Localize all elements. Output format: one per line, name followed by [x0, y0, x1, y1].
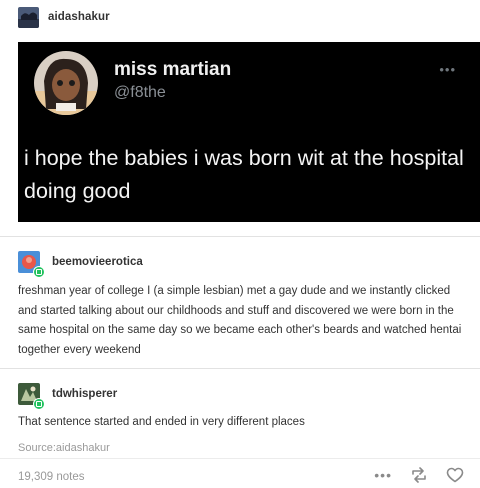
heart-icon[interactable]	[446, 467, 464, 483]
post-header: aidashakur	[18, 6, 110, 28]
divider	[0, 458, 480, 459]
source-line: Source:aidashakur	[18, 442, 110, 454]
reblog-header: tdwhisperer	[18, 383, 117, 410]
source-link[interactable]: aidashakur	[56, 442, 110, 454]
avatar[interactable]	[18, 383, 45, 410]
reblogger-username[interactable]: aidashakur	[48, 11, 110, 23]
reblog-header: beemovieerotica	[18, 251, 143, 278]
tumblr-post: aidashakur miss martian @f8the ••• i hop…	[0, 0, 480, 488]
divider	[0, 236, 480, 237]
post-footer: 19,309 notes •••	[0, 462, 480, 488]
reblog-username[interactable]: tdwhisperer	[52, 388, 117, 400]
tweet-display-name: miss martian	[114, 59, 232, 80]
reblog-username[interactable]: beemovieerotica	[52, 256, 143, 268]
reblog-text: That sentence started and ended in very …	[18, 416, 305, 428]
divider	[0, 368, 480, 369]
tweet-handle: @f8the	[114, 84, 166, 101]
more-icon[interactable]: •••	[374, 467, 392, 483]
reblog-text: freshman year of college I (a simple les…	[18, 285, 462, 356]
tweet-image: miss martian @f8the ••• i hope the babie…	[18, 42, 480, 222]
tweet-text: i hope the babies i was born wit at the …	[24, 146, 464, 203]
source-label: Source:	[18, 442, 56, 454]
avatar[interactable]	[18, 251, 45, 278]
ellipsis-icon: •••	[439, 62, 456, 77]
post-actions: •••	[374, 467, 464, 483]
tweet-avatar	[34, 51, 98, 115]
follow-badge-icon[interactable]	[33, 266, 45, 278]
notes-count[interactable]: 19,309 notes	[18, 471, 85, 483]
follow-badge-icon[interactable]	[33, 398, 45, 410]
avatar[interactable]	[18, 6, 39, 28]
reblog-icon[interactable]	[410, 467, 428, 483]
